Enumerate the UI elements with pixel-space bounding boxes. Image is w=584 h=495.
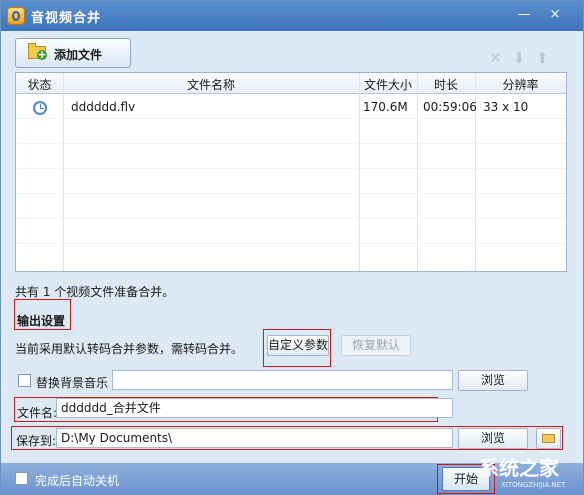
auto-shutdown-label: 完成后自动关机 (35, 474, 120, 488)
row-resolution: 33 x 10 (483, 100, 529, 114)
save-to-field[interactable]: D:\My Documents\ (56, 428, 453, 448)
delete-icon[interactable]: ✕ (489, 49, 502, 67)
custom-params-button[interactable]: 自定义参数 (267, 335, 329, 356)
table-header: 状态 文件名称 文件大小 时长 分辨率 (16, 73, 566, 94)
header-resolution: 分辨率 (502, 78, 539, 92)
add-file-button[interactable]: 添加文件 (15, 38, 131, 68)
row-duration: 00:59:06 (423, 100, 477, 114)
auto-shutdown-checkbox[interactable] (15, 472, 28, 485)
move-up-icon[interactable]: ⬆ (536, 49, 549, 67)
output-desc: 当前采用默认转码合并参数，需转码合并。 (15, 342, 244, 356)
row-file-name: dddddd.flv (71, 100, 136, 114)
header-status: 状态 (27, 78, 52, 92)
browse-music-button[interactable]: 浏览 (458, 370, 528, 391)
add-folder-icon (28, 43, 47, 60)
close-icon[interactable]: × (546, 6, 564, 24)
file-table: 状态 文件名称 文件大小 时长 分辨率 dddddd.flv 170.6M 00… (15, 72, 567, 272)
add-file-label: 添加文件 (54, 48, 103, 62)
header-name: 文件名称 (186, 78, 235, 92)
folder-open-icon[interactable] (536, 428, 561, 449)
bg-music-field[interactable] (112, 370, 453, 390)
filename-label: 文件名: (17, 406, 58, 420)
dialog-window: 音视频合并 — × 添加文件 ✕ ⬇ ⬆ 状态 文件名称 文件大小 时长 分辨率 (0, 0, 584, 495)
header-duration: 时长 (433, 78, 458, 92)
browse-save-button[interactable]: 浏览 (458, 428, 528, 449)
minimize-icon[interactable]: — (515, 6, 533, 24)
summary-text: 共有 1 个视频文件准备合并。 (15, 285, 175, 299)
clock-icon (33, 101, 47, 115)
header-size: 文件大小 (363, 78, 412, 92)
move-down-icon[interactable]: ⬇ (513, 49, 526, 67)
replace-bg-music-label: 替换背景音乐 (36, 376, 109, 390)
title-bar: 音视频合并 — × (1, 1, 583, 31)
output-settings-title: 输出设置 (17, 314, 66, 328)
watermark-site: XITONGZHIJIA.NET (501, 481, 566, 489)
restore-default-button[interactable]: 恢复默认 (341, 335, 411, 356)
row-file-size: 170.6M (363, 100, 408, 114)
filename-field[interactable]: dddddd_合并文件 (56, 398, 453, 418)
app-icon (7, 7, 25, 25)
watermark-logo: 系统之家 (479, 456, 559, 480)
replace-bg-music-checkbox[interactable] (18, 374, 31, 387)
watermark: 系统之家 XITONGZHIJIA.NET (479, 455, 583, 493)
save-to-label: 保存到: (16, 434, 57, 448)
window-title: 音视频合并 (31, 11, 102, 26)
